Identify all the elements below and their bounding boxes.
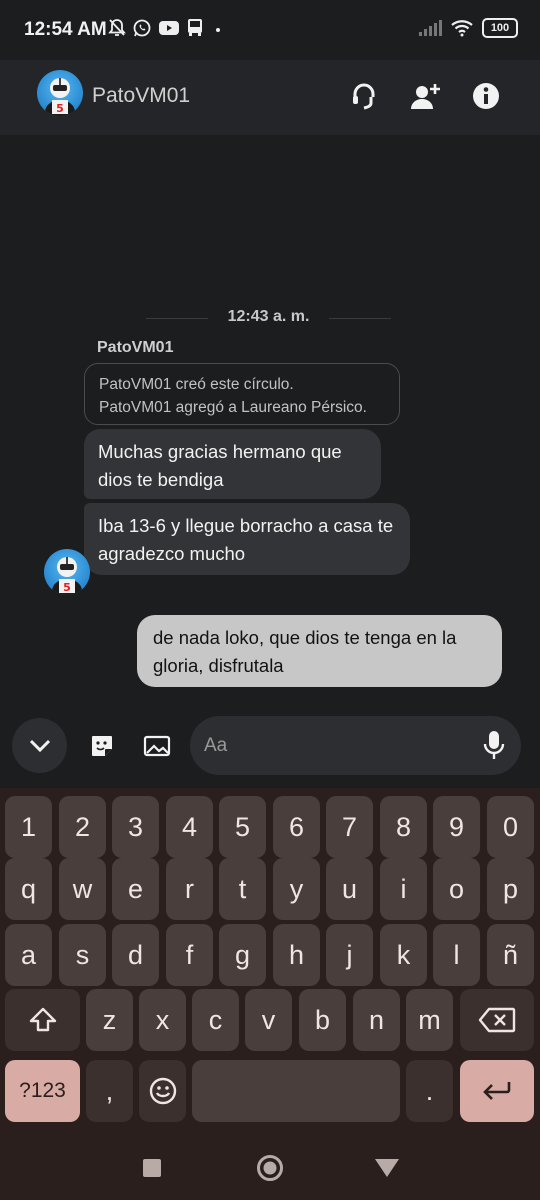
sticker-icon: [92, 736, 112, 756]
sender-name: PatoVM01: [97, 339, 174, 356]
signal-icon: [419, 20, 442, 36]
key-u[interactable]: u: [326, 858, 373, 920]
system-message-line: PatoVM01 creó este círculo.: [99, 376, 294, 393]
key-b[interactable]: b: [299, 989, 346, 1051]
key-p[interactable]: p: [487, 858, 534, 920]
key-w[interactable]: w: [59, 858, 106, 920]
system-message-line: PatoVM01 agregó a Laureano Pérsico.: [99, 399, 367, 416]
comma-key[interactable]: ,: [86, 1060, 133, 1122]
incoming-message[interactable]: Iba 13-6 y llegue borracho a casa te agr…: [84, 503, 410, 575]
back-icon[interactable]: [374, 1158, 400, 1178]
bus-icon: [188, 19, 202, 36]
key-f[interactable]: f: [166, 924, 213, 986]
shift-icon: [29, 1007, 56, 1032]
key-5[interactable]: 5: [219, 796, 266, 858]
key-9[interactable]: 9: [433, 796, 480, 858]
key-1[interactable]: 1: [5, 796, 52, 858]
add-person-icon: [411, 84, 440, 109]
backspace-key[interactable]: [460, 989, 534, 1051]
message-placeholder: Aa: [204, 735, 228, 756]
key-2[interactable]: 2: [59, 796, 106, 858]
whatsapp-icon: [133, 19, 151, 37]
chat-thread[interactable]: 12:43 a. m. PatoVM01 PatoVM01 creó este …: [0, 135, 540, 710]
key-v[interactable]: v: [245, 989, 292, 1051]
period-key[interactable]: .: [406, 1060, 453, 1122]
key-n-tilde[interactable]: ñ: [487, 924, 534, 986]
key-q[interactable]: q: [5, 858, 52, 920]
svg-text:5: 5: [56, 102, 64, 115]
youtube-icon: [159, 21, 179, 35]
key-4[interactable]: 4: [166, 796, 213, 858]
backspace-icon: [478, 1007, 516, 1033]
home-icon[interactable]: [256, 1154, 284, 1182]
key-z[interactable]: z: [86, 989, 133, 1051]
key-m[interactable]: m: [406, 989, 453, 1051]
key-d[interactable]: d: [112, 924, 159, 986]
enter-key[interactable]: [460, 1060, 534, 1122]
add-people-button[interactable]: [405, 76, 445, 116]
battery-icon: 100: [482, 18, 518, 38]
key-0[interactable]: 0: [487, 796, 534, 858]
collapse-button[interactable]: [12, 718, 67, 773]
composer: Aa: [0, 710, 540, 788]
emoji-icon: [149, 1077, 176, 1105]
chevron-down-icon: [29, 739, 50, 752]
recents-icon[interactable]: [142, 1158, 162, 1178]
sticker-button[interactable]: [86, 730, 118, 762]
info-button[interactable]: [466, 76, 506, 116]
key-6[interactable]: 6: [273, 796, 320, 858]
gallery-button[interactable]: [141, 730, 173, 762]
key-h[interactable]: h: [273, 924, 320, 986]
image-icon: [143, 735, 171, 757]
key-k[interactable]: k: [380, 924, 427, 986]
key-t[interactable]: t: [219, 858, 266, 920]
wifi-icon: [451, 20, 473, 37]
shift-key[interactable]: [5, 989, 80, 1051]
key-i[interactable]: i: [380, 858, 427, 920]
key-e[interactable]: e: [112, 858, 159, 920]
key-l[interactable]: l: [433, 924, 480, 986]
status-time: 12:54 AM: [24, 19, 107, 40]
avatar[interactable]: 5: [37, 70, 83, 116]
key-x[interactable]: x: [139, 989, 186, 1051]
notification-icons: [108, 18, 222, 38]
space-key[interactable]: [192, 1060, 400, 1122]
symbols-key[interactable]: ?123: [5, 1060, 80, 1122]
key-g[interactable]: g: [219, 924, 266, 986]
key-a[interactable]: a: [5, 924, 52, 986]
navigation-bar: [0, 1128, 540, 1200]
call-button[interactable]: [344, 76, 384, 116]
headset-call-icon: [353, 83, 375, 110]
key-o[interactable]: o: [433, 858, 480, 920]
key-s[interactable]: s: [59, 924, 106, 986]
chat-header: 5 PatoVM01: [0, 60, 540, 135]
key-8[interactable]: 8: [380, 796, 427, 858]
incoming-message[interactable]: Muchas gracias hermano que dios te bendi…: [84, 429, 381, 499]
system-message: PatoVM01 creó este círculo. PatoVM01 agr…: [84, 363, 400, 425]
system-icons: 100: [418, 18, 518, 38]
key-c[interactable]: c: [192, 989, 239, 1051]
microphone-icon[interactable]: [483, 730, 505, 760]
info-icon: [473, 83, 499, 109]
svg-text:5: 5: [63, 581, 71, 594]
enter-icon: [483, 1082, 511, 1100]
dot-icon: [216, 28, 220, 32]
key-7[interactable]: 7: [326, 796, 373, 858]
sender-avatar[interactable]: 5: [44, 549, 90, 595]
message-input[interactable]: Aa: [190, 716, 521, 775]
key-y[interactable]: y: [273, 858, 320, 920]
outgoing-message[interactable]: de nada loko, que dios te tenga en la gl…: [137, 615, 502, 687]
contact-name[interactable]: PatoVM01: [92, 84, 190, 108]
emoji-key[interactable]: [139, 1060, 186, 1122]
key-j[interactable]: j: [326, 924, 373, 986]
key-3[interactable]: 3: [112, 796, 159, 858]
keyboard: 1 2 3 4 5 6 7 8 9 0 q w e r t y u i o p …: [0, 788, 540, 1128]
key-r[interactable]: r: [166, 858, 213, 920]
key-n[interactable]: n: [353, 989, 400, 1051]
timestamp: 12:43 a. m.: [227, 308, 310, 325]
time-divider: 12:43 a. m.: [146, 308, 391, 328]
muted-bell-icon: [108, 19, 126, 36]
status-bar: 12:54 AM 100: [0, 0, 540, 60]
